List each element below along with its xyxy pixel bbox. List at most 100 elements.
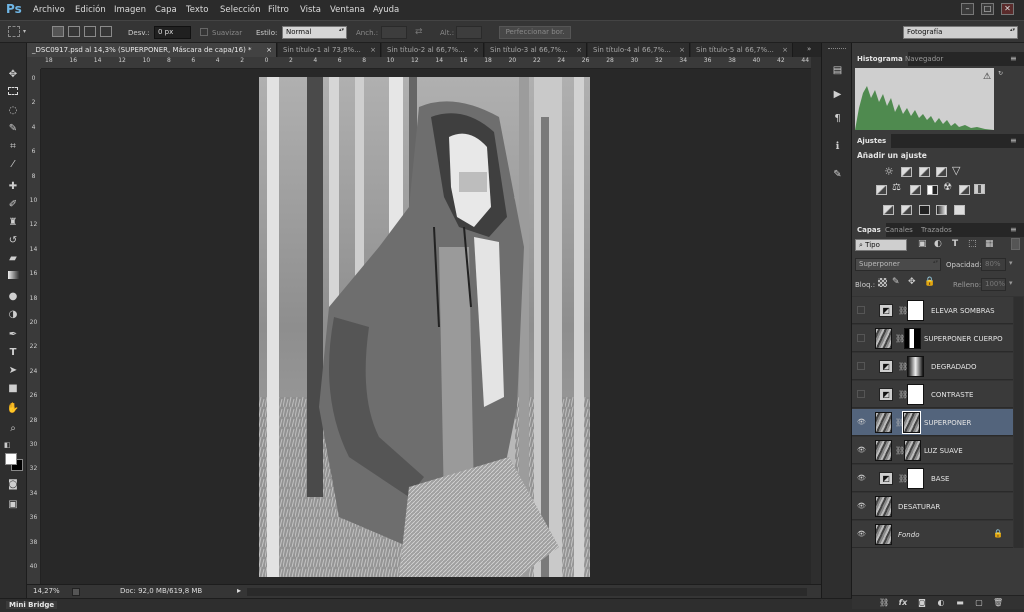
layer-thumbnail[interactable]: [875, 496, 892, 517]
layer-row[interactable]: 👁 ⛓ LUZ SUAVE: [852, 437, 1013, 464]
tab-close-icon[interactable]: ×: [782, 43, 788, 57]
tab-close-icon[interactable]: ×: [473, 43, 479, 57]
path-select-tool-icon[interactable]: ➤: [5, 363, 21, 379]
trash-icon[interactable]: 🗑: [993, 598, 1003, 607]
layer-filter-select[interactable]: ⌕ Tipo: [855, 239, 907, 251]
layer-name[interactable]: LUZ SUAVE: [924, 447, 963, 455]
lasso-tool-icon[interactable]: ◌: [5, 103, 21, 119]
cache-warning-icon[interactable]: ⚠: [983, 72, 991, 82]
doc-tab[interactable]: Sin título-1 al 73,8%... ×: [278, 43, 381, 57]
layer-name[interactable]: ELEVAR SOMBRAS: [931, 307, 995, 315]
panel-menu-icon[interactable]: ≡: [1010, 136, 1017, 145]
layer-name[interactable]: BASE: [931, 475, 949, 483]
visibility-toggle[interactable]: [857, 362, 865, 370]
zoom-level[interactable]: 14,27%: [33, 587, 60, 595]
menu-archivo[interactable]: Archivo: [33, 5, 65, 15]
layer-row[interactable]: 👁 Fondo 🔒: [852, 521, 1013, 548]
doc-tab-active[interactable]: _DSC0917.psd al 14,3% (SUPERPONER, Másca…: [27, 43, 277, 57]
invert-icon[interactable]: [883, 205, 894, 215]
layer-name[interactable]: DEGRADADO: [931, 363, 977, 371]
filter-pixel-icon[interactable]: ▣: [918, 239, 927, 249]
layer-mask-thumbnail[interactable]: [907, 468, 924, 489]
document-canvas[interactable]: [259, 77, 590, 577]
tab-close-icon[interactable]: ×: [576, 43, 582, 57]
dodge-tool-icon[interactable]: ◑: [5, 307, 21, 323]
curves-icon[interactable]: [919, 167, 930, 177]
tab-overflow-icon[interactable]: »: [807, 45, 811, 53]
canvas-horizontal-scrollbar[interactable]: [247, 588, 807, 596]
vibrance-icon[interactable]: [876, 185, 887, 195]
layer-style-fx-icon[interactable]: fx: [898, 598, 908, 607]
eye-icon[interactable]: 👁: [857, 446, 866, 454]
menu-ventana[interactable]: Ventana: [330, 5, 365, 15]
layer-name[interactable]: Fondo: [898, 531, 919, 539]
menu-texto[interactable]: Texto: [186, 5, 208, 15]
hue-saturation-icon[interactable]: ⚖: [892, 182, 901, 193]
opacity-slider-arrow-icon[interactable]: ▾: [1009, 259, 1013, 267]
quick-mask-icon[interactable]: ◙: [5, 477, 21, 493]
layer-thumbnail[interactable]: [875, 412, 892, 433]
crop-tool-icon[interactable]: ⌗: [5, 139, 21, 155]
gradient-tool-icon[interactable]: [5, 269, 21, 285]
threshold-icon[interactable]: [919, 205, 930, 215]
properties-panel-icon[interactable]: ¶: [830, 111, 845, 126]
quick-select-tool-icon[interactable]: ✎: [5, 121, 21, 137]
selective-color-icon[interactable]: [954, 205, 965, 215]
feather-input[interactable]: 0 px: [154, 26, 191, 39]
spot-healing-tool-icon[interactable]: ✚: [5, 179, 21, 195]
maximize-button[interactable]: □: [981, 3, 994, 15]
history-brush-tool-icon[interactable]: ↺: [5, 233, 21, 249]
brush-presets-icon[interactable]: ✎: [830, 167, 845, 182]
blend-mode-select[interactable]: Superponer: [855, 258, 941, 271]
layer-mask-thumbnail[interactable]: [907, 384, 924, 405]
eye-icon[interactable]: 👁: [857, 530, 866, 538]
workspace-select[interactable]: Fotografía: [903, 26, 1018, 39]
visibility-toggle[interactable]: [857, 334, 865, 342]
menu-ayuda[interactable]: Ayuda: [373, 5, 399, 15]
menu-filtro[interactable]: Filtro: [268, 5, 289, 15]
tab-close-icon[interactable]: ×: [266, 43, 272, 57]
layer-row[interactable]: 👁 ◩ ⛓ BASE: [852, 465, 1013, 492]
brightness-contrast-icon[interactable]: ☼: [884, 165, 894, 178]
zoom-tool-icon[interactable]: ⌕: [5, 421, 21, 437]
menu-edicion[interactable]: Edición: [75, 5, 106, 15]
channel-mixer-icon[interactable]: [959, 185, 970, 195]
style-select[interactable]: Normal: [282, 26, 347, 39]
add-mask-icon[interactable]: ◙: [917, 598, 927, 607]
tab-close-icon[interactable]: ×: [370, 43, 376, 57]
layer-row[interactable]: 👁 DESATURAR: [852, 493, 1013, 520]
eyedropper-tool-icon[interactable]: ⁄: [5, 157, 21, 173]
filter-toggle-switch[interactable]: [1011, 238, 1020, 250]
doc-tab[interactable]: Sin título-3 al 66,7%... ×: [485, 43, 587, 57]
layer-name[interactable]: SUPERPONER: [924, 419, 971, 427]
fill-slider-arrow-icon[interactable]: ▾: [1009, 279, 1013, 287]
layer-thumbnail[interactable]: [875, 524, 892, 545]
lock-all-icon[interactable]: 🔒: [924, 277, 935, 287]
close-window-button[interactable]: ✕: [1001, 3, 1014, 15]
menu-imagen[interactable]: Imagen: [114, 5, 146, 15]
exposure-icon[interactable]: [936, 167, 947, 177]
brush-tool-icon[interactable]: ✐: [5, 197, 21, 213]
marquee-tool-preset-icon[interactable]: [8, 26, 20, 37]
photo-filter-icon[interactable]: ☢: [943, 182, 952, 193]
doc-tab[interactable]: Sin título-5 al 66,7%... ×: [691, 43, 793, 57]
black-white-icon[interactable]: [927, 185, 938, 195]
refine-edge-button[interactable]: Perfeccionar bor.: [499, 26, 571, 39]
layer-mask-thumbnail[interactable]: [907, 300, 924, 321]
tab-trazados[interactable]: Trazados: [916, 223, 957, 237]
new-group-icon[interactable]: ▬: [955, 598, 965, 607]
default-colors-icon[interactable]: ◧: [4, 441, 11, 449]
play-actions-icon[interactable]: ▶: [830, 87, 845, 102]
color-balance-icon[interactable]: [910, 185, 921, 195]
antialias-checkbox[interactable]: [200, 28, 208, 36]
menu-capa[interactable]: Capa: [155, 5, 177, 15]
layer-name[interactable]: SUPERPONER CUERPO: [924, 335, 1003, 343]
menu-seleccion[interactable]: Selección: [220, 5, 261, 15]
lock-pixels-icon[interactable]: ✎: [892, 277, 900, 287]
histogram-refresh-icon[interactable]: ↻: [998, 70, 1018, 80]
layer-thumbnail[interactable]: [875, 328, 892, 349]
filter-shape-icon[interactable]: ⬚: [968, 239, 977, 249]
layers-scrollbar[interactable]: [1014, 297, 1023, 548]
tab-ajustes[interactable]: Ajustes: [852, 134, 892, 148]
mini-bridge-tab[interactable]: Mini Bridge: [6, 601, 58, 609]
